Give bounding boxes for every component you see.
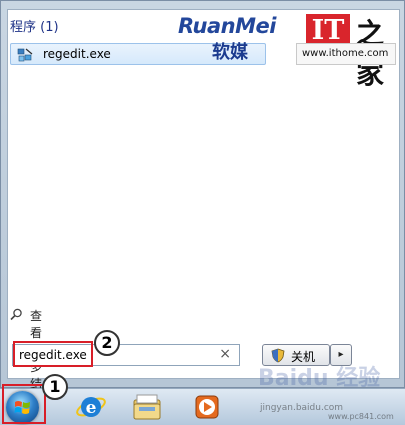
- pc841-url-watermark: www.pc841.com: [328, 412, 394, 421]
- clear-search-icon[interactable]: ×: [219, 346, 231, 362]
- ithome-url-box: www.ithome.com: [296, 43, 396, 65]
- media-player-icon[interactable]: [190, 391, 224, 423]
- step-2-callout: 2: [94, 330, 120, 356]
- start-highlight-box: [2, 384, 46, 424]
- ithome-url: www.ithome.com: [302, 48, 389, 59]
- result-item-label: regedit.exe: [43, 47, 111, 61]
- programs-group-header: 程序 (1): [10, 20, 59, 35]
- screen: 程序 (1) regedit.exe RuanMei 软媒 IT 之家 www.…: [0, 0, 405, 425]
- folder-icon[interactable]: [130, 391, 164, 423]
- internet-explorer-icon[interactable]: e: [74, 391, 108, 423]
- search-icon: [10, 308, 22, 321]
- baidu-watermark: Baidu 经验: [258, 366, 381, 391]
- search-highlight-box: [13, 341, 93, 367]
- registry-editor-icon: [17, 48, 33, 62]
- ruanmei-logo: RuanMei 软媒: [178, 14, 298, 63]
- step-1-callout: 1: [42, 374, 68, 400]
- ruanmei-logo-cn: 软媒: [212, 42, 248, 63]
- ruanmei-logo-text: RuanMei: [178, 14, 276, 38]
- svg-text:e: e: [86, 398, 97, 418]
